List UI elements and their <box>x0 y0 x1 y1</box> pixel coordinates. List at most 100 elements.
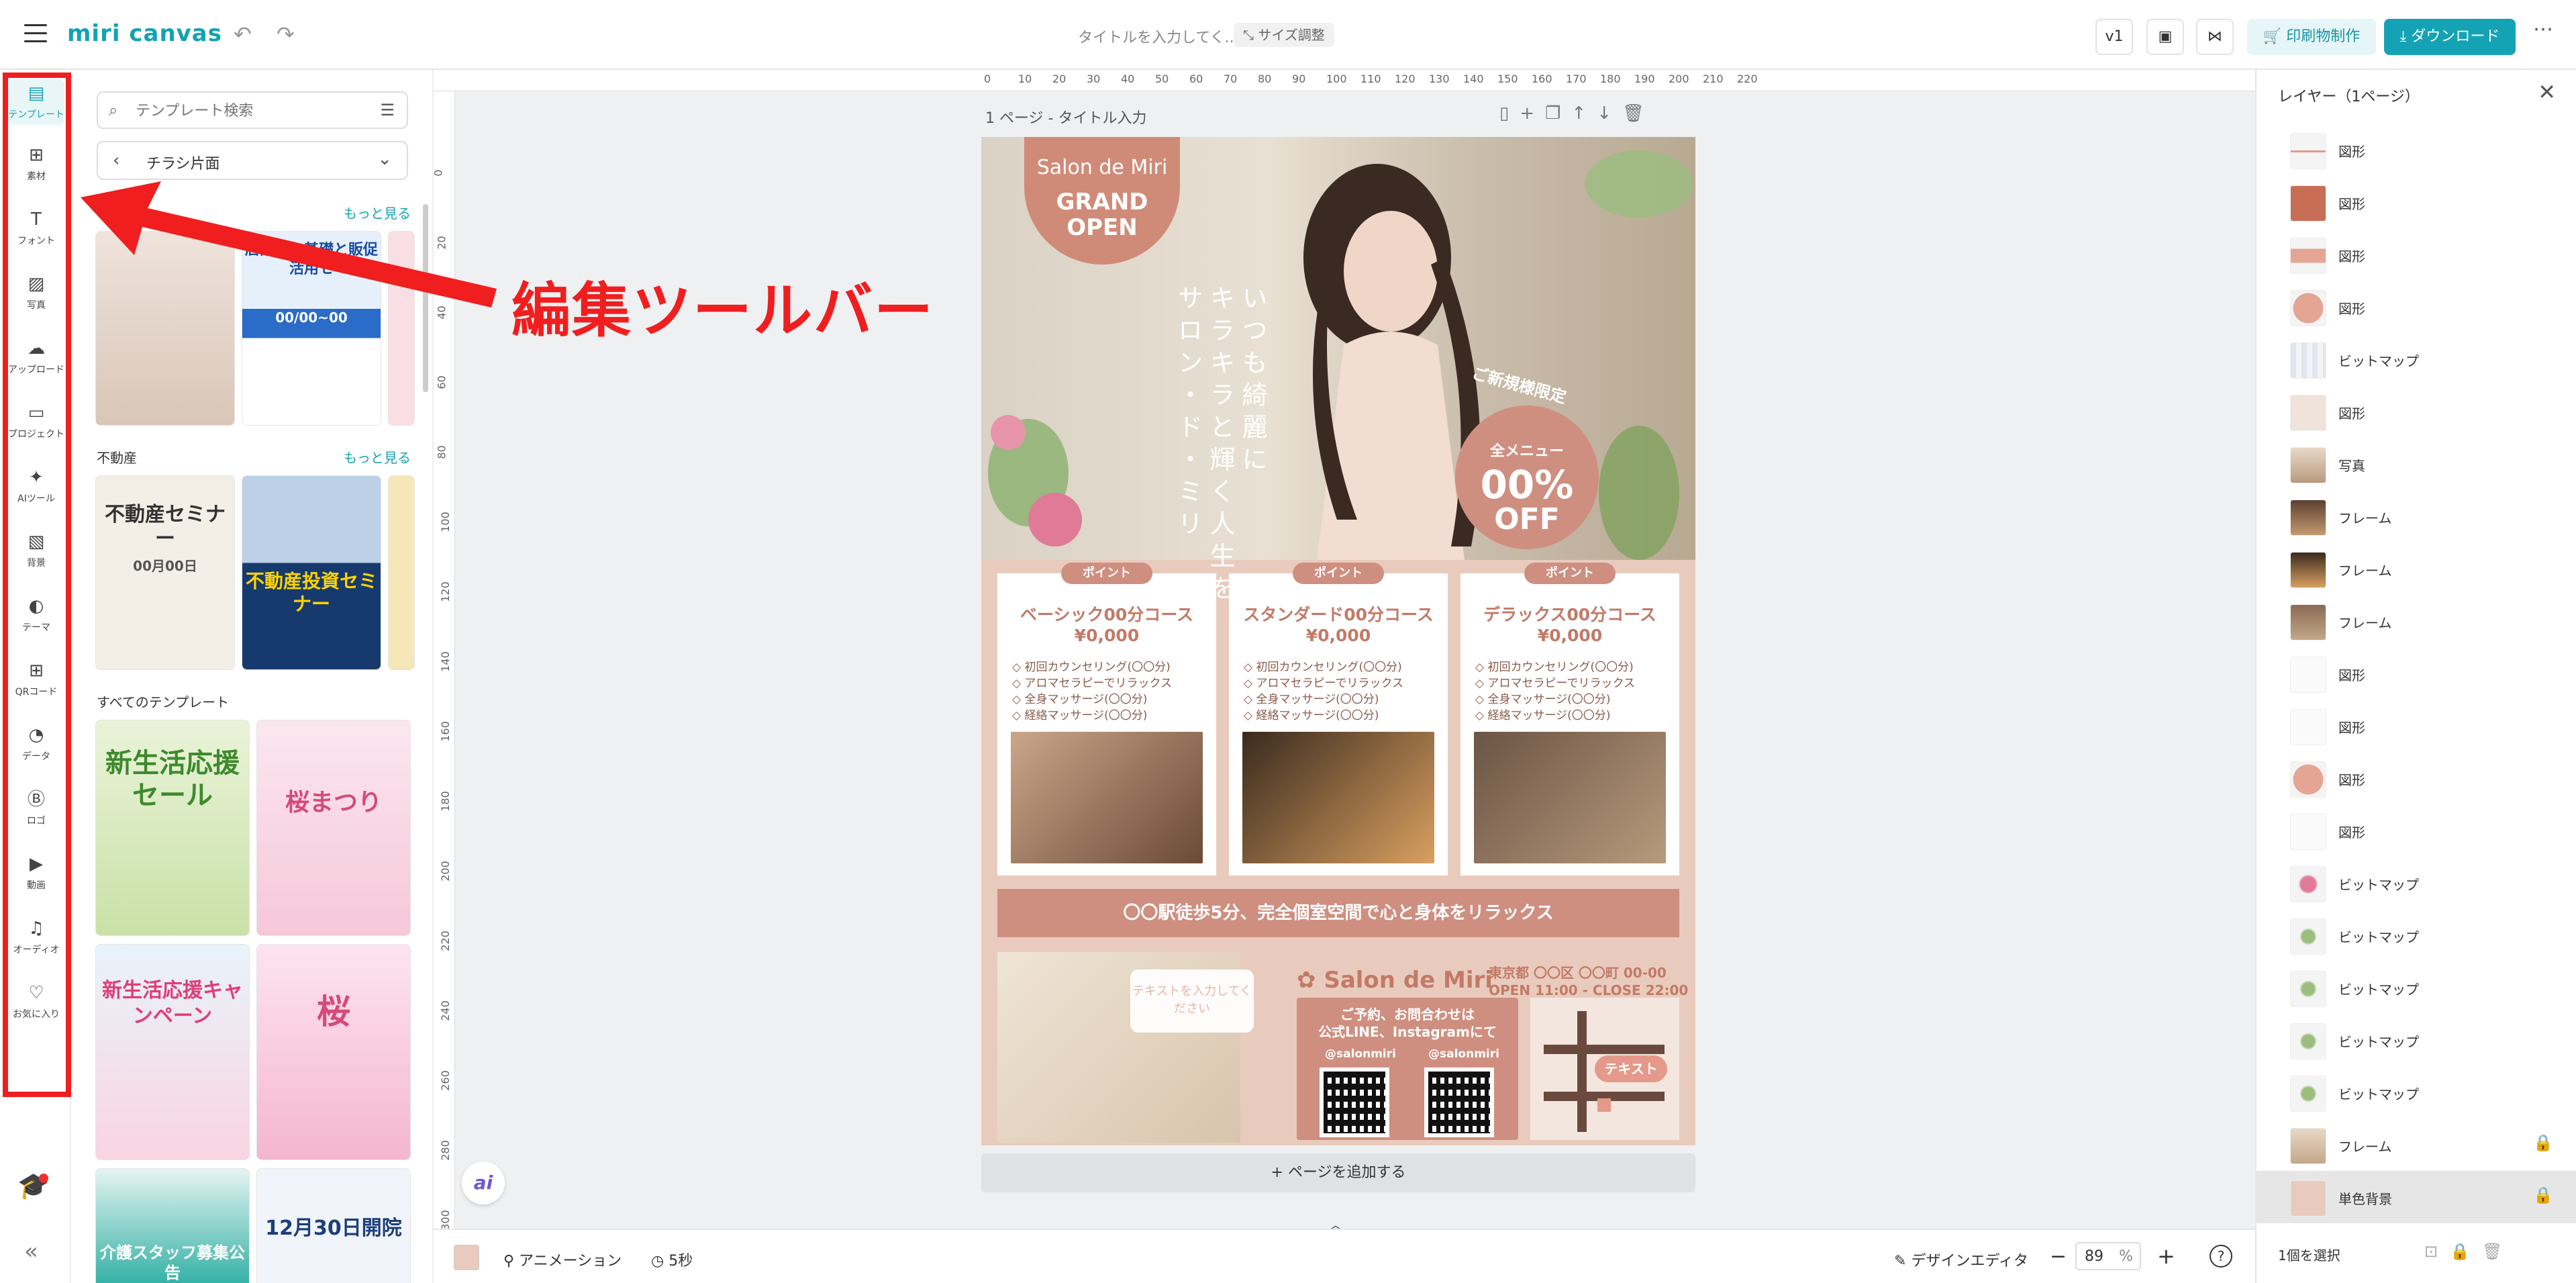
download-button[interactable]: ⤓ ダウンロード <box>2384 19 2516 55</box>
template-thumb[interactable]: 新生活応援セール <box>95 720 250 936</box>
layer-row[interactable]: 図形 <box>2257 281 2576 333</box>
layer-row[interactable]: 写真 <box>2257 438 2576 490</box>
tool-data[interactable]: ◔ データ <box>8 725 64 763</box>
template-search-input[interactable] <box>136 99 364 122</box>
version-button[interactable]: v1 <box>2095 19 2133 55</box>
undo-icon[interactable]: ↶ <box>234 21 252 47</box>
tool-template[interactable]: ▤ テンプレート <box>8 79 64 125</box>
layer-row[interactable]: フレーム 🔒 <box>2257 1119 2576 1171</box>
layer-row[interactable]: 図形 <box>2257 228 2576 281</box>
document-title-input[interactable]: タイトルを入力してく... <box>1078 26 1239 47</box>
add-page-button[interactable]: + ページを追加する <box>981 1153 1695 1192</box>
salon-name[interactable]: ✿ Salon de Miri <box>1297 967 1493 994</box>
arrow-down-icon[interactable]: ↓ <box>1597 103 1622 124</box>
text-placeholder[interactable]: テキストを入力してください <box>1130 969 1254 1033</box>
layer-row[interactable]: ビットマップ <box>2257 857 2576 909</box>
template-thumb[interactable]: 桜 <box>256 944 411 1160</box>
tool-background[interactable]: ▧ 背景 <box>8 532 64 569</box>
template-thumb[interactable]: 桜まつり <box>256 720 411 936</box>
more-icon[interactable]: ⋯ <box>2533 17 2553 41</box>
duplicate-icon[interactable]: ❐ <box>1545 103 1571 124</box>
trash-icon[interactable]: 🗑 <box>1622 103 1655 124</box>
course-card[interactable]: ポイント スタンダード00分コース ¥0,000 ◇ 初回カウンセリング(〇〇分… <box>1229 563 1448 875</box>
size-adjust-button[interactable]: ⤡ サイズ調整 <box>1234 23 1334 47</box>
layer-row[interactable]: ビットマップ <box>2257 961 2576 1014</box>
vertical-text-1[interactable]: いつも綺麗に <box>1238 285 1271 478</box>
tool-audio[interactable]: ♫ オーディオ <box>8 918 64 956</box>
layer-row[interactable]: 図形 <box>2257 176 2576 228</box>
layer-row[interactable]: ビットマップ <box>2257 333 2576 385</box>
template-thumb[interactable]: 新生活応援キャンペーン <box>95 944 250 1160</box>
print-button[interactable]: 🛒 印刷物制作 <box>2247 19 2376 55</box>
zoom-out-icon[interactable]: − <box>2050 1245 2067 1268</box>
zoom-in-icon[interactable]: + <box>2157 1243 2175 1269</box>
tool-upload[interactable]: ☁ アップロード <box>8 338 64 376</box>
layer-row[interactable]: 図形 <box>2257 385 2576 438</box>
course-photo[interactable] <box>1474 732 1666 863</box>
design-editor-button[interactable]: ✎ デザインエディタ <box>1894 1249 2028 1270</box>
tool-favorites[interactable]: ♡ お気に入り <box>8 983 64 1020</box>
duration-button[interactable]: ◷ 5秒 <box>651 1249 693 1270</box>
tool-logo[interactable]: Ⓑ ロゴ <box>8 790 64 827</box>
course-photo[interactable] <box>1011 732 1203 863</box>
tool-video[interactable]: ▶ 動画 <box>8 854 64 892</box>
template-thumb[interactable] <box>388 475 415 670</box>
lock-icon[interactable]: 🔒 <box>2533 1133 2553 1152</box>
group-icon[interactable]: ⊡ <box>2424 1242 2450 1261</box>
help-icon[interactable]: ? <box>2210 1245 2232 1268</box>
layer-row[interactable]: ビットマップ <box>2257 909 2576 961</box>
map-illustration[interactable]: テキスト <box>1530 998 1679 1140</box>
template-thumb[interactable]: 12月30日開院 <box>256 1168 411 1283</box>
redo-icon[interactable]: ↷ <box>277 21 295 47</box>
layer-row[interactable]: 図形 <box>2257 647 2576 700</box>
course-card[interactable]: ポイント ベーシック00分コース ¥0,000 ◇ 初回カウンセリング(〇〇分)… <box>997 563 1216 875</box>
access-banner[interactable]: 〇〇駅徒歩5分、完全個室空間で心と身体をリラックス <box>997 889 1679 937</box>
animation-button[interactable]: ⚲ アニメーション <box>503 1249 622 1270</box>
arrow-up-icon[interactable]: ↑ <box>1571 103 1597 124</box>
filter-icon[interactable]: ☰ <box>380 101 395 120</box>
template-thumb[interactable]: 不動産セミナー 00月00日 <box>95 475 235 670</box>
lock-icon[interactable]: 🔒 <box>2450 1242 2482 1261</box>
category-select[interactable]: ‹ チラシ片面 ⌄ <box>97 141 408 180</box>
layer-row[interactable]: ビットマップ <box>2257 1066 2576 1119</box>
qr-code-icon[interactable] <box>1424 1067 1494 1137</box>
template-thumb[interactable]: 不動産投資セミナー <box>242 475 381 670</box>
share-icon[interactable]: ⋈ <box>2196 19 2234 55</box>
discount-circle[interactable]: 全メニュー 00% OFF <box>1455 406 1599 549</box>
tool-photo[interactable]: ▨ 写真 <box>8 274 64 312</box>
flyer-page[interactable]: Salon de Miri GRAND OPEN サロン・ド・ミリ キラキラと輝… <box>981 137 1695 1145</box>
menu-icon[interactable] <box>24 24 47 44</box>
lock-icon[interactable]: 🔒 <box>2533 1186 2553 1204</box>
contact-box[interactable]: ご予約、お問合わせは 公式LINE、Instagramにて @salonmiri … <box>1297 998 1518 1140</box>
zoom-input[interactable]: 89% <box>2075 1242 2141 1270</box>
tool-project[interactable]: ▭ プロジェクト <box>8 403 64 440</box>
page-label[interactable]: 1 ページ - タイトル入力 <box>985 106 1146 128</box>
trash-icon[interactable]: 🗑 <box>2482 1242 2514 1261</box>
tool-theme[interactable]: ◐ テーマ <box>8 596 64 634</box>
qr-code-icon[interactable] <box>1320 1067 1389 1137</box>
close-icon[interactable]: ✕ <box>2538 79 2556 105</box>
save-icon[interactable]: ▣ <box>2146 19 2184 55</box>
app-logo[interactable]: miri canvas <box>67 20 222 47</box>
layer-row[interactable]: 図形 <box>2257 804 2576 857</box>
course-photo[interactable] <box>1242 732 1434 863</box>
layer-row[interactable]: フレーム <box>2257 490 2576 542</box>
layer-row[interactable]: 単色背景 🔒 <box>2257 1171 2576 1223</box>
ai-assistant-button[interactable]: ai <box>462 1161 505 1204</box>
tool-ai[interactable]: ✦ AIツール <box>8 467 64 505</box>
tool-font[interactable]: T フォント <box>8 209 64 247</box>
address-block[interactable]: 東京都 〇〇区 〇〇町 00-00 OPEN 11:00 - CLOSE 22:0… <box>1489 964 1688 999</box>
note-icon[interactable]: ▯ <box>1499 103 1520 124</box>
tool-qr[interactable]: ⊞ QRコード <box>8 661 64 698</box>
background-color-swatch[interactable] <box>454 1245 479 1270</box>
layer-row[interactable]: ビットマップ <box>2257 1014 2576 1066</box>
layer-row[interactable]: フレーム <box>2257 595 2576 647</box>
template-thumb[interactable]: 介護スタッフ募集公告 <box>95 1168 250 1283</box>
collapse-panel-icon[interactable]: « <box>24 1238 38 1265</box>
add-icon[interactable]: + <box>1520 103 1545 124</box>
layer-row[interactable]: 図形 <box>2257 752 2576 804</box>
tool-elements[interactable]: ⊞ 素材 <box>8 145 64 183</box>
layer-row[interactable]: 図形 <box>2257 124 2576 176</box>
course-card[interactable]: ポイント デラックス00分コース ¥0,000 ◇ 初回カウンセリング(〇〇分)… <box>1460 563 1679 875</box>
layer-row[interactable]: フレーム <box>2257 542 2576 595</box>
